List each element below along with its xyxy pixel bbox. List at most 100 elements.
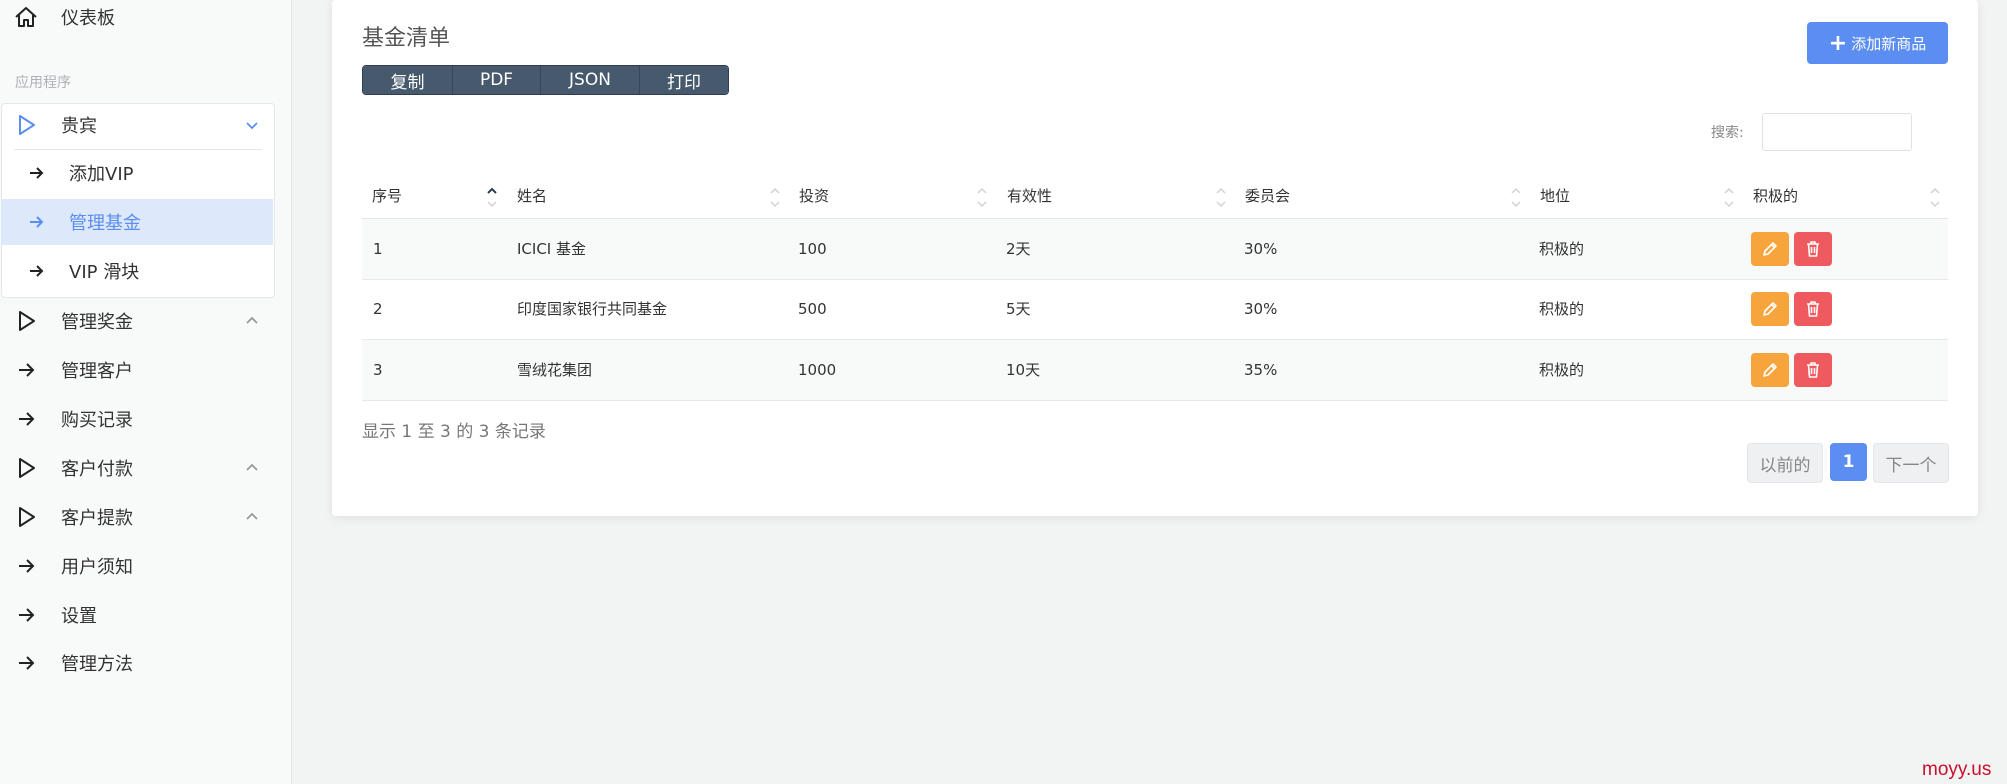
sort-icon bbox=[1216, 187, 1226, 208]
chevron-up-icon bbox=[246, 316, 258, 324]
column-header-name[interactable]: 姓名 bbox=[507, 176, 788, 218]
pagination-page-1[interactable]: 1 bbox=[1830, 443, 1867, 481]
sidebar-item-label: 购买记录 bbox=[61, 410, 133, 431]
delete-button[interactable] bbox=[1794, 353, 1832, 387]
column-header-investment[interactable]: 投资 bbox=[789, 176, 996, 218]
arrow-right-icon bbox=[19, 363, 35, 377]
page-title: 基金清单 bbox=[362, 26, 451, 51]
cell-commission: 35% bbox=[1244, 361, 1278, 379]
trash-icon bbox=[1807, 362, 1819, 378]
cell-id: 1 bbox=[373, 240, 383, 258]
cell-id: 2 bbox=[373, 300, 383, 318]
cell-name: 雪绒花集团 bbox=[517, 361, 593, 379]
cell-status: 积极的 bbox=[1539, 300, 1585, 318]
sidebar-item-user-notice[interactable]: 用户须知 bbox=[0, 546, 290, 586]
add-new-item-button[interactable]: + 添加新商品 bbox=[1807, 22, 1948, 64]
search-label: 搜索: bbox=[1711, 125, 1744, 141]
sort-asc-icon bbox=[487, 187, 497, 208]
sidebar-item-label: 设置 bbox=[61, 606, 97, 627]
chevron-up-icon bbox=[246, 463, 258, 471]
add-button-label: 添加新商品 bbox=[1851, 34, 1927, 53]
cell-commission: 30% bbox=[1244, 240, 1278, 258]
delete-button[interactable] bbox=[1794, 292, 1832, 326]
sidebar-item-label: 客户付款 bbox=[61, 459, 133, 480]
sidebar-item-vip[interactable]: 贵宾 bbox=[0, 105, 290, 145]
pdf-button[interactable]: PDF bbox=[453, 66, 541, 94]
table-row: 3 雪绒花集团 1000 10天 35% 积极的 bbox=[362, 340, 1948, 401]
arrow-right-icon bbox=[19, 559, 35, 573]
column-header-commission[interactable]: 委员会 bbox=[1235, 176, 1529, 218]
sidebar-item-customer-payments[interactable]: 客户付款 bbox=[0, 448, 290, 488]
sidebar-item-manage-bonus[interactable]: 管理奖金 bbox=[0, 301, 290, 341]
chevron-up-icon bbox=[246, 512, 258, 520]
triangle-play-icon bbox=[19, 311, 35, 331]
sidebar-subitem-manage-funds[interactable]: 管理基金 bbox=[1, 199, 273, 245]
edit-button[interactable] bbox=[1751, 232, 1789, 266]
sort-icon bbox=[977, 187, 987, 208]
arrow-right-icon bbox=[19, 608, 35, 622]
sidebar-item-label: 管理方法 bbox=[61, 654, 133, 675]
sidebar-item-manage-methods[interactable]: 管理方法 bbox=[0, 643, 290, 683]
cell-investment: 1000 bbox=[798, 361, 837, 379]
sidebar: 仪表板 应用程序 贵宾 添加VIP 管理基金 VIP 滑块 管理奖金 管理客户 … bbox=[0, 0, 292, 784]
sidebar-item-purchase-records[interactable]: 购买记录 bbox=[0, 399, 290, 439]
cell-name: ICICI 基金 bbox=[517, 240, 586, 258]
chevron-down-icon bbox=[246, 122, 258, 130]
pencil-icon bbox=[1763, 242, 1777, 256]
column-header-actions[interactable]: 积极的 bbox=[1743, 176, 1948, 218]
sidebar-subitem-vip-slider[interactable]: VIP 滑块 bbox=[1, 248, 273, 294]
export-button-group: 复制 PDF JSON 打印 bbox=[362, 65, 729, 95]
column-header-status[interactable]: 地位 bbox=[1530, 176, 1742, 218]
edit-button[interactable] bbox=[1751, 292, 1789, 326]
sidebar-subitem-label: 管理基金 bbox=[69, 213, 141, 234]
json-button[interactable]: JSON bbox=[541, 66, 640, 94]
arrow-right-icon bbox=[19, 656, 35, 670]
cell-validity: 2天 bbox=[1006, 240, 1031, 258]
print-button[interactable]: 打印 bbox=[640, 66, 728, 94]
sidebar-item-manage-customers[interactable]: 管理客户 bbox=[0, 350, 290, 390]
watermark: moyy.us bbox=[1922, 759, 1992, 780]
table-info: 显示 1 至 3 的 3 条记录 bbox=[362, 422, 546, 442]
cell-commission: 30% bbox=[1244, 300, 1278, 318]
sidebar-section-title: 应用程序 bbox=[15, 75, 71, 91]
table-row: 2 印度国家银行共同基金 500 5天 30% 积极的 bbox=[362, 279, 1948, 340]
cell-validity: 10天 bbox=[1006, 361, 1041, 379]
arrow-right-icon bbox=[30, 167, 44, 179]
sidebar-item-settings[interactable]: 设置 bbox=[0, 595, 290, 635]
arrow-right-icon bbox=[19, 412, 35, 426]
edit-button[interactable] bbox=[1751, 353, 1789, 387]
triangle-play-icon bbox=[19, 458, 35, 478]
sidebar-item-label: 贵宾 bbox=[61, 116, 97, 137]
pagination-next[interactable]: 下一个 bbox=[1873, 443, 1949, 483]
copy-button[interactable]: 复制 bbox=[363, 66, 453, 94]
sidebar-item-label: 用户须知 bbox=[61, 557, 133, 578]
sidebar-subitem-add-vip[interactable]: 添加VIP bbox=[1, 150, 273, 196]
sidebar-subitem-label: 添加VIP bbox=[69, 164, 134, 185]
sidebar-item-dashboard[interactable]: 仪表板 bbox=[0, 0, 290, 37]
sidebar-subitem-label: VIP 滑块 bbox=[69, 262, 140, 283]
cell-status: 积极的 bbox=[1539, 361, 1585, 379]
sidebar-item-customer-withdrawals[interactable]: 客户提款 bbox=[0, 497, 290, 537]
sort-icon bbox=[1511, 187, 1521, 208]
sidebar-item-label: 仪表板 bbox=[61, 8, 115, 29]
home-icon bbox=[15, 7, 37, 27]
search-input[interactable] bbox=[1762, 113, 1912, 151]
cell-status: 积极的 bbox=[1539, 240, 1585, 258]
sidebar-item-label: 管理客户 bbox=[61, 361, 133, 382]
pagination-previous[interactable]: 以前的 bbox=[1747, 443, 1823, 483]
pencil-icon bbox=[1763, 302, 1777, 316]
cell-id: 3 bbox=[373, 361, 383, 379]
triangle-play-icon bbox=[19, 507, 35, 527]
column-header-id[interactable]: 序号 bbox=[362, 176, 506, 218]
sidebar-item-label: 客户提款 bbox=[61, 508, 133, 529]
arrow-right-icon bbox=[30, 216, 44, 228]
column-header-validity[interactable]: 有效性 bbox=[997, 176, 1234, 218]
sort-icon bbox=[1724, 187, 1734, 208]
cell-name: 印度国家银行共同基金 bbox=[517, 300, 668, 318]
triangle-play-icon bbox=[19, 115, 35, 135]
sidebar-item-label: 管理奖金 bbox=[61, 312, 133, 333]
delete-button[interactable] bbox=[1794, 232, 1832, 266]
sort-icon bbox=[770, 187, 780, 208]
arrow-right-icon bbox=[30, 265, 44, 277]
table-header: 序号 姓名 投资 有效性 委员会 地位 积极的 bbox=[362, 176, 1948, 220]
